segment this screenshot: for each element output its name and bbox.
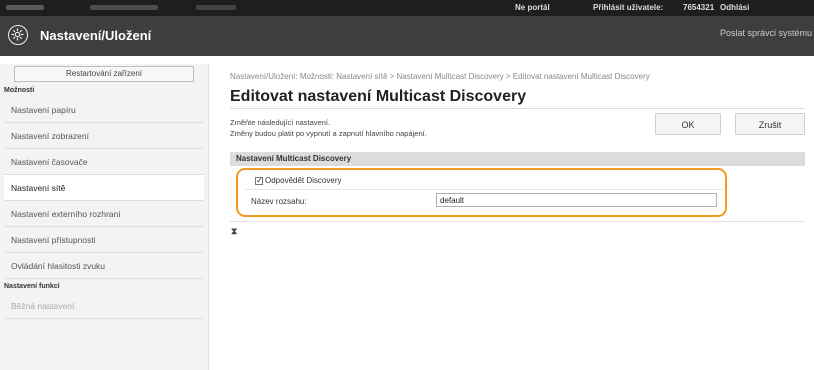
- sidebar-item-display[interactable]: Nastavení zobrazení: [4, 123, 204, 149]
- discovery-checkbox-label[interactable]: Odpovědět Discovery: [265, 176, 341, 185]
- sidebar-item-volume[interactable]: Ovládání hlasitosti zvuku: [4, 253, 204, 279]
- portal-link[interactable]: Ne portál: [515, 3, 550, 12]
- restart-notice-text: Změny budou platit po vypnutí a zapnutí …: [230, 129, 427, 138]
- sidebar-section-functions: Nastavení funkcí: [4, 283, 60, 290]
- discovery-checkbox[interactable]: ✓: [255, 177, 263, 185]
- ok-button[interactable]: OK: [655, 113, 721, 135]
- blurred-text: [196, 5, 236, 10]
- app-header: Nastavení/Uložení Poslat správci systému: [0, 16, 814, 56]
- app-title: Nastavení/Uložení: [40, 28, 152, 43]
- back-to-top-icon[interactable]: ⧗: [231, 226, 237, 237]
- sidebar-item-accessibility[interactable]: Nastavení přístupnosti: [4, 227, 204, 253]
- sidebar-item-timer[interactable]: Nastavení časovače: [4, 149, 204, 175]
- blurred-text: [90, 5, 158, 10]
- breadcrumb: Nastavení/Uložení: Možnosti: Nastavení s…: [230, 72, 650, 81]
- instruction-text: Změňte následující nastavení.: [230, 118, 331, 127]
- scope-name-label: Název rozsahu:: [251, 197, 307, 206]
- row-divider: [245, 189, 723, 190]
- sidebar-item-common[interactable]: Běžná nastavení: [4, 293, 204, 319]
- logout-link[interactable]: Odhlási: [720, 3, 749, 12]
- top-bar: Ne portál Přihlásit uživatele: 7654321 O…: [0, 0, 814, 16]
- blurred-text: [6, 5, 44, 10]
- send-to-admin-link[interactable]: Poslat správci systému: [720, 28, 812, 38]
- scope-name-input[interactable]: [436, 193, 717, 207]
- section-divider: [230, 221, 805, 222]
- sidebar-item-paper[interactable]: Nastavení papíru: [4, 97, 204, 123]
- sidebar-item-external-interface[interactable]: Nastavení externího rozhraní: [4, 201, 204, 227]
- sidebar-section-options: Možnosti: [4, 87, 35, 94]
- sidebar-item-network[interactable]: Nastavení sítě: [4, 175, 204, 201]
- section-header: Nastavení Multicast Discovery: [230, 152, 805, 166]
- user-id: 7654321: [683, 3, 715, 12]
- page-title: Editovat nastavení Multicast Discovery: [230, 88, 527, 105]
- settings-logo-icon: [8, 25, 28, 45]
- title-divider: [230, 108, 805, 109]
- login-user-label: Přihlásit uživatele:: [593, 3, 664, 12]
- restart-device-button[interactable]: Restartování zařízení: [14, 66, 194, 82]
- sidebar: Restartování zařízení Možnosti Nastavení…: [0, 64, 209, 370]
- cancel-button[interactable]: Zrušit: [735, 113, 805, 135]
